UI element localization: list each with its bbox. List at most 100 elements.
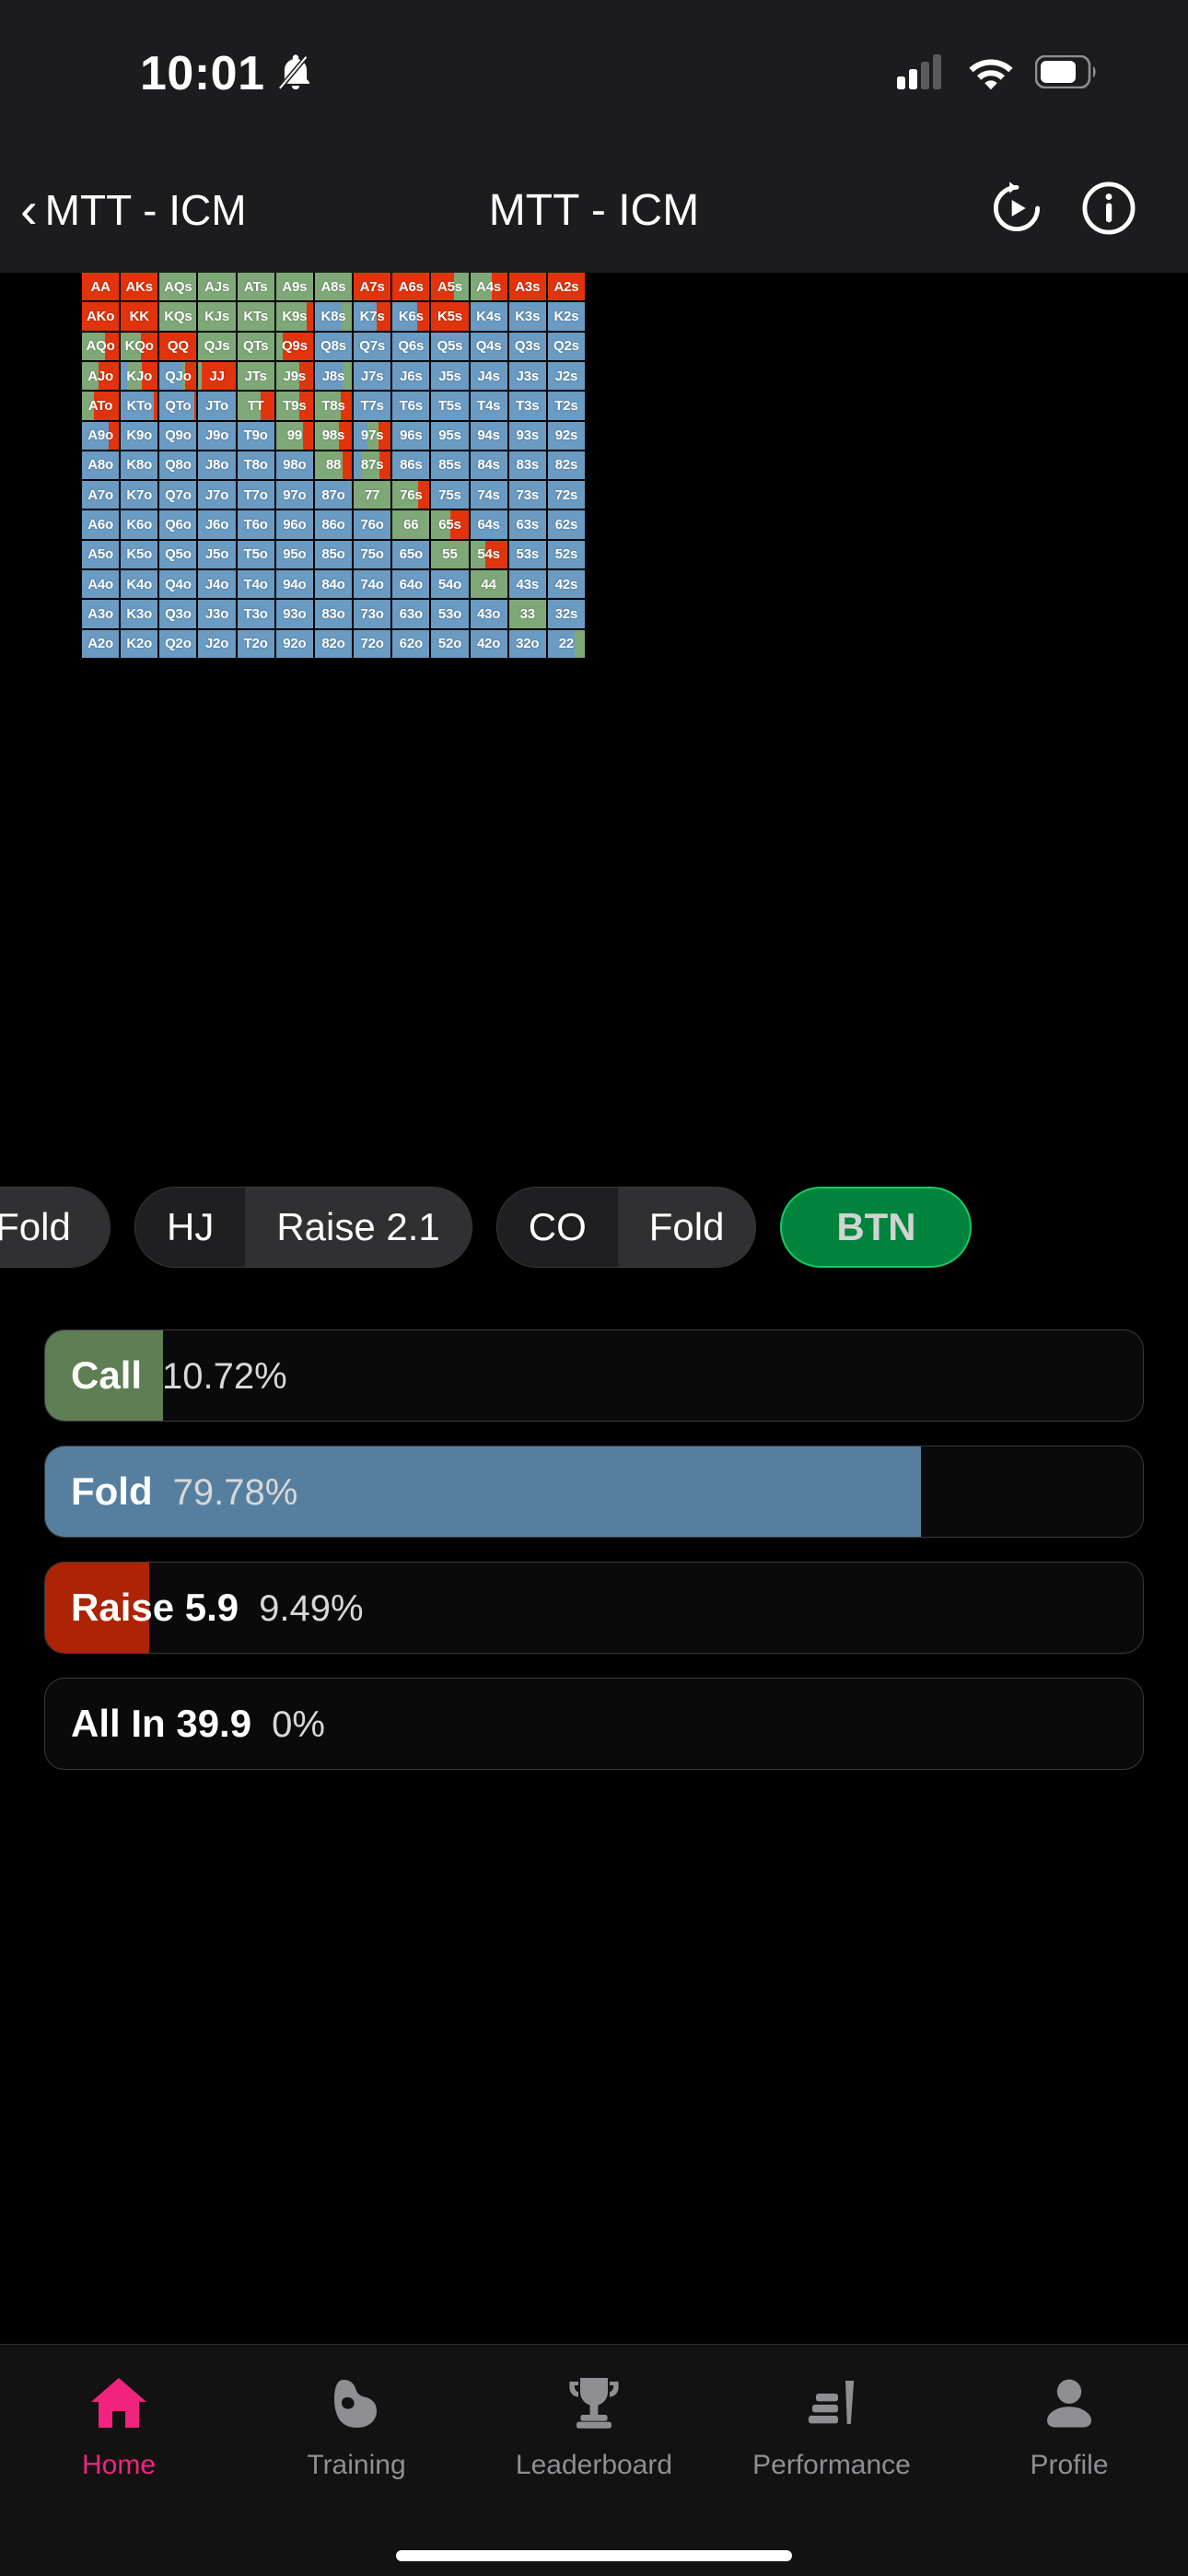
hand-cell-A4s[interactable]: A4s: [470, 273, 507, 301]
hand-cell-44[interactable]: 44: [470, 570, 507, 599]
hand-cell-K6s[interactable]: K6s: [392, 302, 430, 331]
hand-cell-T3s[interactable]: T3s: [508, 392, 546, 420]
hand-cell-K5o[interactable]: K5o: [121, 540, 158, 569]
hand-cell-T4o[interactable]: T4o: [237, 570, 274, 599]
hand-cell-K8s[interactable]: K8s: [314, 302, 353, 331]
hand-cell-AKs[interactable]: AKs: [121, 273, 158, 301]
hand-cell-T5s[interactable]: T5s: [431, 392, 469, 420]
hand-cell-T8o[interactable]: T8o: [237, 451, 274, 480]
hand-cell-T6s[interactable]: T6s: [392, 392, 430, 420]
hand-cell-K2o[interactable]: K2o: [121, 629, 158, 658]
tab-training[interactable]: Training: [238, 2369, 475, 2481]
hand-cell-AQo[interactable]: AQo: [82, 332, 120, 360]
hand-cell-A5s[interactable]: A5s: [431, 273, 469, 301]
hand-cell-86o[interactable]: 86o: [314, 510, 353, 539]
hand-cell-K3o[interactable]: K3o: [121, 600, 158, 628]
hand-cell-Q6o[interactable]: Q6o: [159, 510, 197, 539]
hand-cell-A9s[interactable]: A9s: [275, 273, 313, 301]
hand-cell-KK[interactable]: KK: [121, 302, 158, 331]
hand-cell-73o[interactable]: 73o: [354, 600, 391, 628]
hand-cell-Q9o[interactable]: Q9o: [159, 421, 197, 450]
hand-cell-A6s[interactable]: A6s: [392, 273, 430, 301]
hand-cell-Q3o[interactable]: Q3o: [159, 600, 197, 628]
hand-cell-QQ[interactable]: QQ: [159, 332, 197, 360]
tab-home[interactable]: Home: [0, 2369, 238, 2481]
hand-cell-T5o[interactable]: T5o: [237, 540, 274, 569]
hand-cell-77[interactable]: 77: [354, 481, 391, 509]
hand-cell-K8o[interactable]: K8o: [121, 451, 158, 480]
hand-cell-QTo[interactable]: QTo: [159, 392, 197, 420]
back-button[interactable]: ‹ MTT - ICM: [20, 184, 247, 236]
hand-cell-A2s[interactable]: A2s: [547, 273, 585, 301]
hand-cell-Q3s[interactable]: Q3s: [508, 332, 546, 360]
hand-cell-KTo[interactable]: KTo: [121, 392, 158, 420]
hand-cell-J4o[interactable]: J4o: [198, 570, 236, 599]
hand-cell-Q2s[interactable]: Q2s: [547, 332, 585, 360]
hand-cell-33[interactable]: 33: [508, 600, 546, 628]
hand-cell-54s[interactable]: 54s: [470, 540, 507, 569]
hand-cell-A7s[interactable]: A7s: [354, 273, 391, 301]
hand-cell-82s[interactable]: 82s: [547, 451, 585, 480]
hand-cell-A4o[interactable]: A4o: [82, 570, 120, 599]
hand-cell-T3o[interactable]: T3o: [237, 600, 274, 628]
strategy-bar-raise-5-9[interactable]: Raise 5.9 9.49%: [44, 1562, 1144, 1654]
tab-performance[interactable]: Performance: [713, 2369, 950, 2481]
hand-cell-A9o[interactable]: A9o: [82, 421, 120, 450]
hand-cell-Q8s[interactable]: Q8s: [314, 332, 353, 360]
hand-cell-94o[interactable]: 94o: [275, 570, 313, 599]
hand-cell-J2o[interactable]: J2o: [198, 629, 236, 658]
hand-cell-86s[interactable]: 86s: [392, 451, 430, 480]
hand-cell-A3o[interactable]: A3o: [82, 600, 120, 628]
hand-cell-Q8o[interactable]: Q8o: [159, 451, 197, 480]
hand-cell-T8s[interactable]: T8s: [314, 392, 353, 420]
replay-play-icon[interactable]: [989, 181, 1044, 240]
hand-cell-66[interactable]: 66: [392, 510, 430, 539]
hand-cell-JTs[interactable]: JTs: [237, 361, 274, 391]
hand-cell-75o[interactable]: 75o: [354, 540, 391, 569]
hand-cell-J6o[interactable]: J6o: [198, 510, 236, 539]
hand-cell-92o[interactable]: 92o: [275, 629, 313, 658]
hand-cell-Q5s[interactable]: Q5s: [431, 332, 469, 360]
hand-cell-QTs[interactable]: QTs: [237, 332, 274, 360]
hand-cell-42o[interactable]: 42o: [470, 629, 507, 658]
hand-cell-64s[interactable]: 64s: [470, 510, 507, 539]
hand-cell-T2o[interactable]: T2o: [237, 629, 274, 658]
hand-cell-62o[interactable]: 62o: [392, 629, 430, 658]
hand-cell-K3s[interactable]: K3s: [508, 302, 546, 331]
hand-cell-A3s[interactable]: A3s: [508, 273, 546, 301]
hand-cell-84s[interactable]: 84s: [470, 451, 507, 480]
hand-cell-76s[interactable]: 76s: [392, 481, 430, 509]
hand-cell-96s[interactable]: 96s: [392, 421, 430, 450]
hand-cell-J9o[interactable]: J9o: [198, 421, 236, 450]
hand-cell-ATo[interactable]: ATo: [82, 392, 120, 420]
hand-cell-AKo[interactable]: AKo: [82, 302, 120, 331]
hand-cell-K4s[interactable]: K4s: [470, 302, 507, 331]
hand-cell-Q7s[interactable]: Q7s: [354, 332, 391, 360]
hand-cell-72s[interactable]: 72s: [547, 481, 585, 509]
strategy-bar-fold[interactable]: Fold 79.78%: [44, 1446, 1144, 1538]
hand-cell-95s[interactable]: 95s: [431, 421, 469, 450]
hand-cell-K7o[interactable]: K7o: [121, 481, 158, 509]
hand-cell-54o[interactable]: 54o: [431, 570, 469, 599]
hand-cell-K9o[interactable]: K9o: [121, 421, 158, 450]
range-matrix[interactable]: AA AKs AQs AJs ATs A9s A8s A7s A6s A5s A4s A3s A2s AK…: [82, 273, 585, 658]
hand-cell-Q9s[interactable]: Q9s: [275, 332, 313, 360]
hand-cell-83o[interactable]: 83o: [314, 600, 353, 628]
hand-cell-J8s[interactable]: J8s: [314, 361, 353, 391]
hand-cell-J2s[interactable]: J2s: [547, 361, 585, 391]
hand-cell-43s[interactable]: 43s: [508, 570, 546, 599]
hand-cell-K9s[interactable]: K9s: [275, 302, 313, 331]
position-hj[interactable]: HJ Raise 2.1: [134, 1187, 472, 1268]
hand-cell-32s[interactable]: 32s: [547, 600, 585, 628]
hand-cell-KJs[interactable]: KJs: [198, 302, 236, 331]
position-fold[interactable]: Fold: [0, 1187, 111, 1268]
hand-cell-QJo[interactable]: QJo: [159, 361, 197, 391]
hand-cell-T7o[interactable]: T7o: [237, 481, 274, 509]
hand-cell-J4s[interactable]: J4s: [470, 361, 507, 391]
hand-cell-22[interactable]: 22: [547, 629, 585, 658]
hand-cell-J7s[interactable]: J7s: [354, 361, 391, 391]
hand-cell-A7o[interactable]: A7o: [82, 481, 120, 509]
hand-cell-82o[interactable]: 82o: [314, 629, 353, 658]
hand-cell-97s[interactable]: 97s: [354, 421, 391, 450]
hand-cell-Q4o[interactable]: Q4o: [159, 570, 197, 599]
